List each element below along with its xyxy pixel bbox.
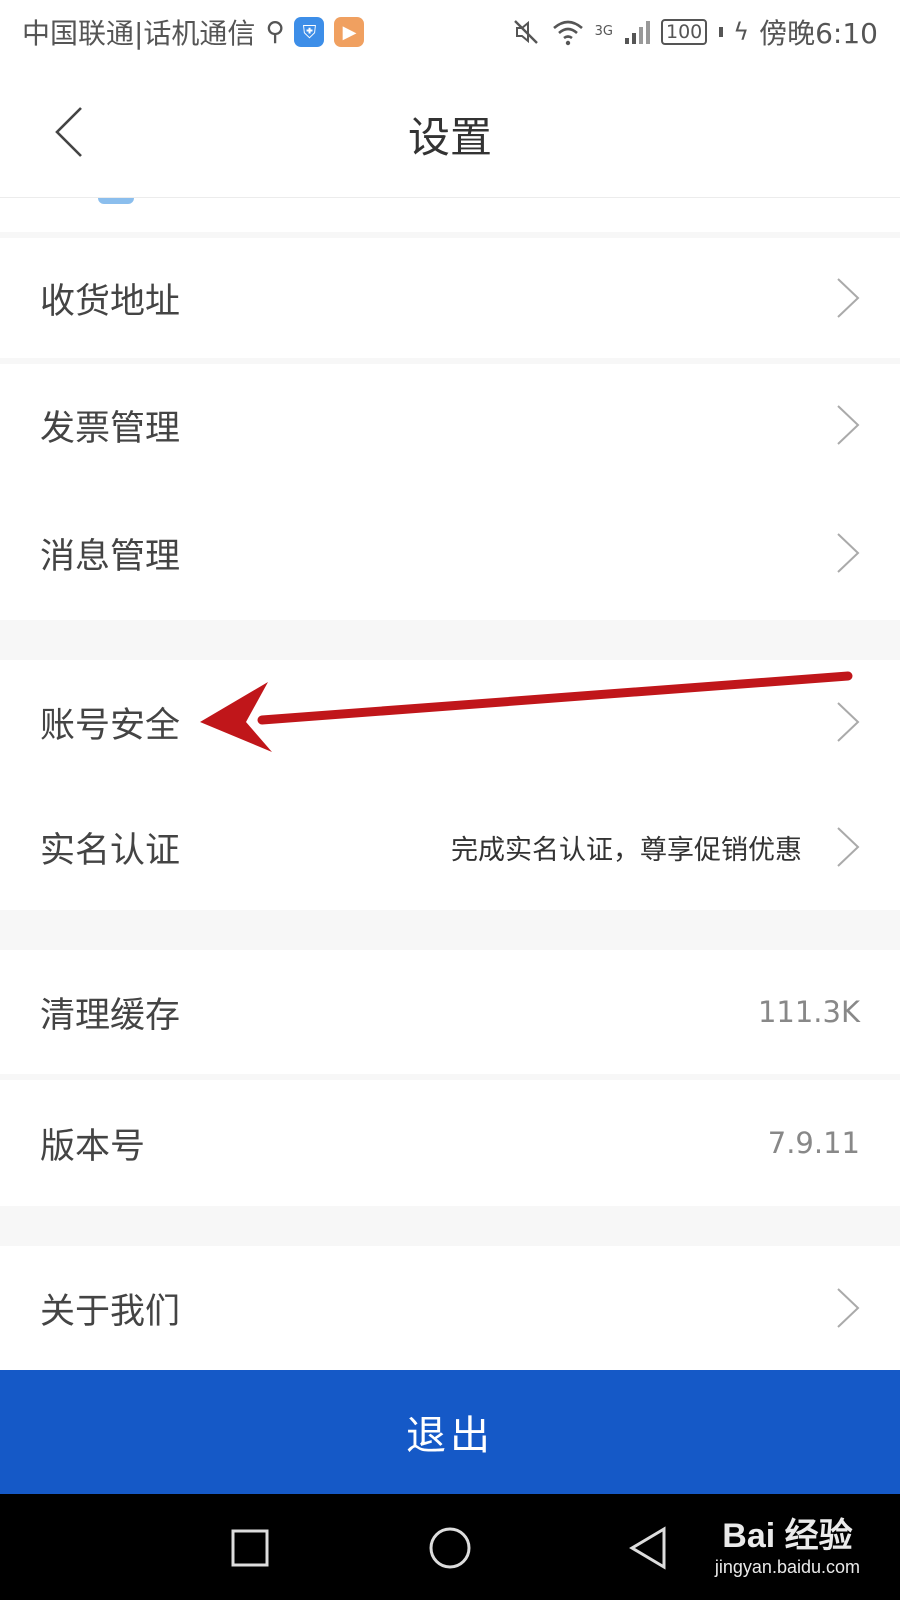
triangle-back-icon	[629, 1526, 666, 1570]
back-nav-button[interactable]	[618, 1518, 678, 1578]
row-invoice-management[interactable]: 发票管理	[0, 364, 900, 486]
page-title: 设置	[407, 113, 492, 162]
row-label: 清理缓存	[40, 995, 181, 1036]
carrier-text: 中国联通|话机通信	[22, 17, 256, 50]
row-shipping-address[interactable]: 收货地址	[0, 238, 900, 358]
row-label: 版本号	[40, 1126, 146, 1167]
chevron-right-icon	[824, 397, 860, 453]
row-label: 账号安全	[40, 705, 181, 746]
network-type: 3G	[594, 24, 613, 39]
row-label: 发票管理	[40, 408, 181, 449]
status-left: 中国联通|话机通信 ⚲ ⛨ ▶	[22, 12, 365, 52]
chevron-right-icon	[824, 525, 860, 581]
usb-icon: ⚲	[265, 17, 285, 47]
signal-icon	[625, 21, 650, 44]
row-about-us[interactable]: 关于我们	[0, 1246, 900, 1370]
app-header: 设置	[0, 64, 900, 198]
row-version: 版本号 7.9.11	[0, 1080, 900, 1206]
row-clear-cache[interactable]: 清理缓存 111.3K	[0, 950, 900, 1074]
watermark-url: jingyan.baidu.com	[714, 1557, 860, 1577]
row-label: 关于我们	[40, 1291, 181, 1332]
status-right: 3G 100 ϟ 傍晚6:10	[511, 12, 878, 52]
chevron-right-icon	[824, 270, 860, 326]
clock: 傍晚6:10	[759, 17, 878, 50]
cache-size: 111.3K	[757, 995, 860, 1029]
real-name-hint: 完成实名认证，尊享促销优惠	[451, 834, 802, 866]
row-label: 实名认证	[40, 830, 181, 871]
wifi-icon	[552, 20, 583, 46]
partial-icon	[98, 198, 134, 204]
chevron-right-icon	[824, 1280, 860, 1336]
charging-icon: ϟ	[733, 18, 750, 46]
battery-tip	[719, 27, 724, 37]
home-button[interactable]	[420, 1518, 480, 1578]
row-account-security[interactable]: 账号安全	[0, 660, 900, 784]
row-real-name-auth[interactable]: 实名认证 完成实名认证，尊享促销优惠	[0, 784, 900, 910]
watermark-logo: Bai 经验	[722, 1517, 853, 1555]
watermark: Bai 经验 jingyan.baidu.com	[715, 1508, 860, 1578]
row-label: 收货地址	[40, 281, 181, 322]
battery-level: 100	[666, 21, 703, 43]
chevron-right-icon	[824, 694, 860, 750]
mute-icon	[513, 20, 538, 44]
shield-app-icon: ⛨	[294, 17, 325, 47]
logout-button[interactable]: 退出	[0, 1370, 900, 1494]
circle-icon	[429, 1527, 471, 1569]
chevron-right-icon	[824, 819, 860, 875]
system-nav-bar: Bai 经验 jingyan.baidu.com	[0, 1494, 900, 1600]
partial-row-top	[0, 198, 900, 232]
video-app-icon: ▶	[334, 17, 365, 47]
recent-apps-button[interactable]	[220, 1518, 280, 1578]
version-value: 7.9.11	[767, 1126, 860, 1160]
square-icon	[231, 1529, 269, 1567]
battery-indicator: 100	[661, 19, 708, 45]
row-message-management[interactable]: 消息管理	[0, 486, 900, 620]
row-label: 消息管理	[40, 536, 181, 577]
status-bar: 中国联通|话机通信 ⚲ ⛨ ▶ 3G 100 ϟ 傍晚6:10	[0, 0, 900, 64]
